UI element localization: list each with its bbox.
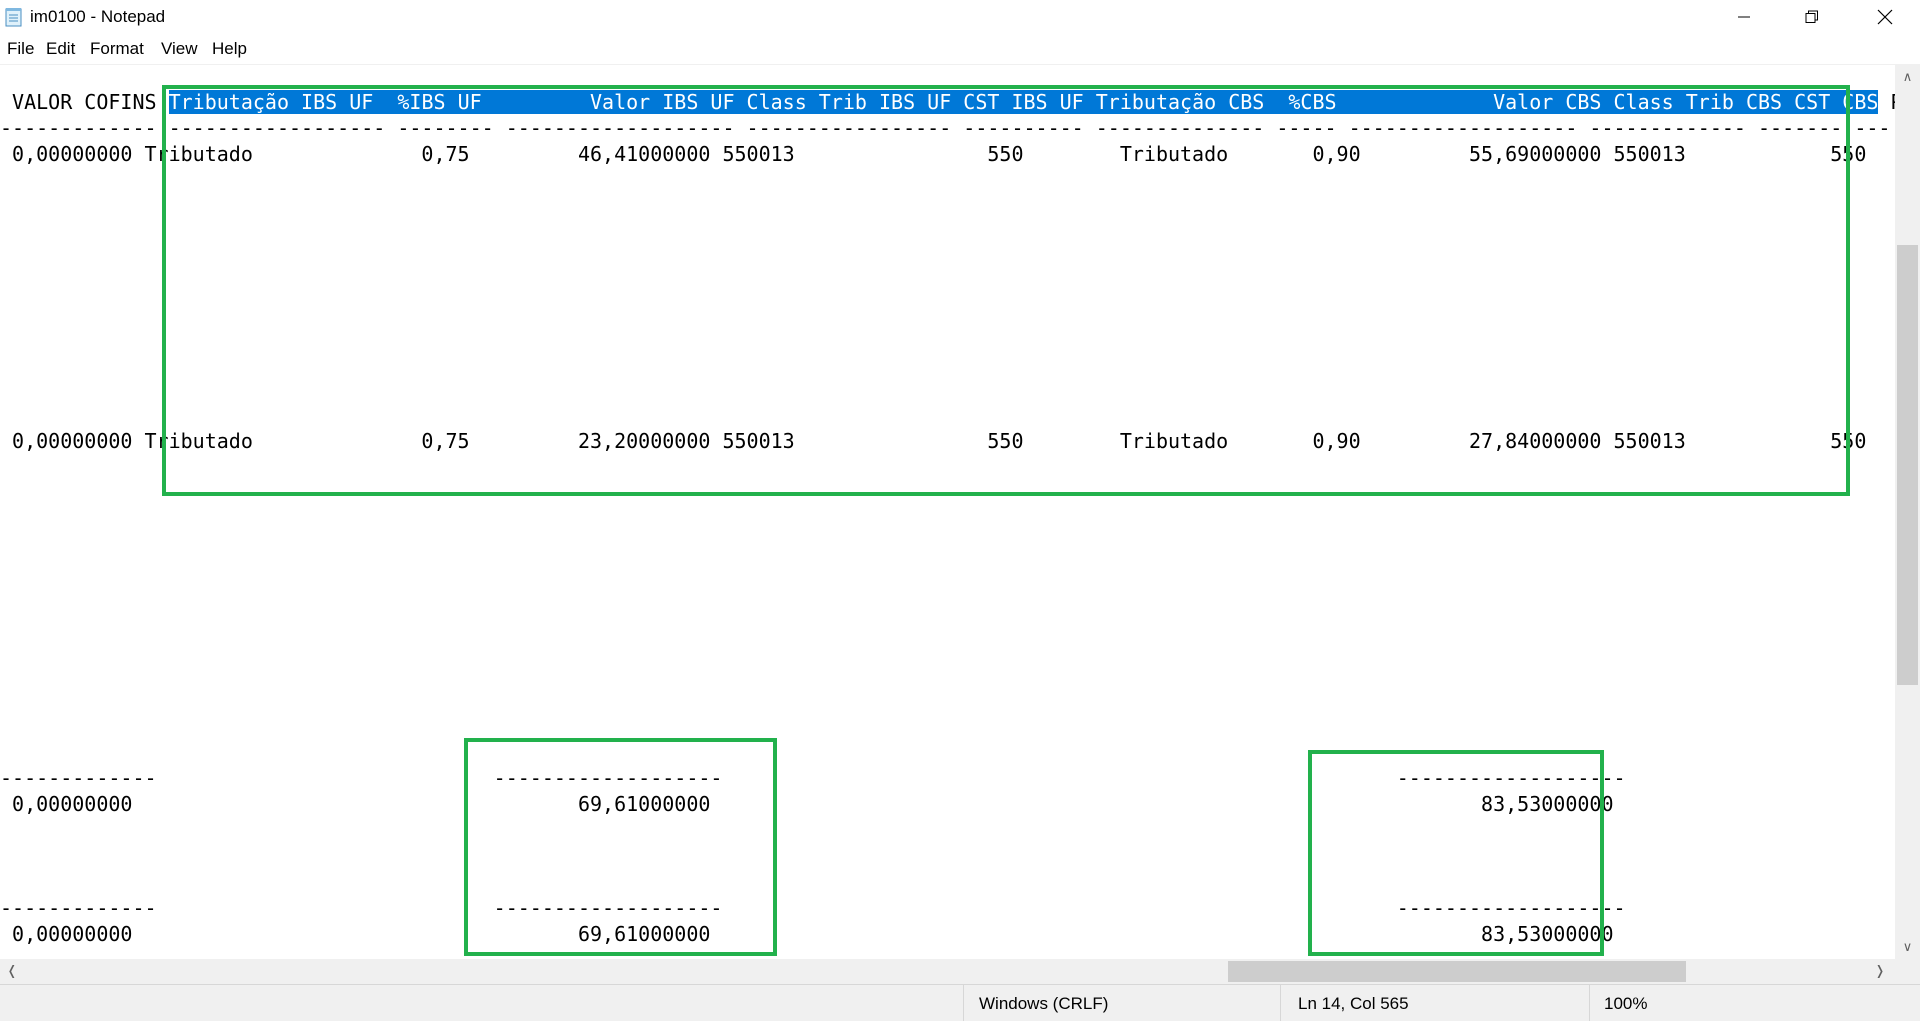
scrollbar-corner <box>1895 959 1920 984</box>
status-zoom: 100% <box>1604 994 1648 1013</box>
data-row-2: 0,00000000 Tributado 0,75 23,20000000 55… <box>0 429 1895 453</box>
restore-button[interactable] <box>1778 0 1846 34</box>
data-row-1: 0,00000000 Tributado 0,75 46,41000000 55… <box>0 142 1895 166</box>
status-divider <box>963 985 964 1021</box>
total-values-1: 0,00000000 69,61000000 83,53000000 <box>0 792 1614 816</box>
vertical-scroll-thumb[interactable] <box>1897 245 1918 685</box>
status-bar: Windows (CRLF) Ln 14, Col 565 100% <box>0 984 1920 1021</box>
total-values-2: 0,00000000 69,61000000 83,53000000 <box>0 922 1614 946</box>
close-icon <box>1877 9 1893 25</box>
title-bar: im0100 - Notepad <box>0 0 1920 34</box>
menu-help[interactable]: Help <box>212 39 247 59</box>
menu-format[interactable]: Format <box>90 39 144 59</box>
text-editor[interactable]: VALOR COFINS Tributação IBS UF %IBS UF V… <box>0 65 1895 959</box>
header-selection: Tributação IBS UF %IBS UF Valor IBS UF C… <box>168 90 1879 114</box>
horizontal-scroll-thumb[interactable] <box>1228 961 1686 982</box>
header-dashes: ------------- ------------------ -------… <box>0 116 1891 140</box>
notepad-icon <box>5 8 22 27</box>
vertical-scrollbar[interactable]: ∧ ∨ <box>1895 65 1920 959</box>
restore-icon <box>1805 10 1818 23</box>
header-unselected: VALOR COFINS <box>0 90 169 114</box>
status-divider <box>1280 985 1281 1021</box>
scroll-left-arrow-icon[interactable]: ❬ <box>0 959 24 984</box>
scroll-down-arrow-icon[interactable]: ∨ <box>1895 935 1920 959</box>
close-button[interactable] <box>1851 0 1919 34</box>
window-title: im0100 - Notepad <box>30 7 166 26</box>
header-overflow: PRO <box>1878 90 1895 114</box>
scroll-right-arrow-icon[interactable]: ❭ <box>1868 959 1892 984</box>
menu-file[interactable]: File <box>7 39 34 59</box>
minimize-button[interactable] <box>1710 0 1778 34</box>
header-line: VALOR COFINS Tributação IBS UF %IBS UF V… <box>0 89 1895 115</box>
minimize-icon <box>1738 16 1750 18</box>
total-dashes-1: ------------- ------------------- ------… <box>0 766 1626 790</box>
status-cursor-position: Ln 14, Col 565 <box>1298 994 1409 1013</box>
scroll-up-arrow-icon[interactable]: ∧ <box>1895 65 1920 89</box>
menu-edit[interactable]: Edit <box>46 39 75 59</box>
horizontal-scrollbar[interactable]: ❬ ❭ <box>0 959 1895 984</box>
status-line-ending: Windows (CRLF) <box>979 994 1109 1013</box>
menu-view[interactable]: View <box>161 39 198 59</box>
total-dashes-2: ------------- ------------------- ------… <box>0 896 1626 920</box>
status-divider <box>1589 985 1590 1021</box>
menu-bar: File Edit Format View Help <box>0 34 1920 65</box>
